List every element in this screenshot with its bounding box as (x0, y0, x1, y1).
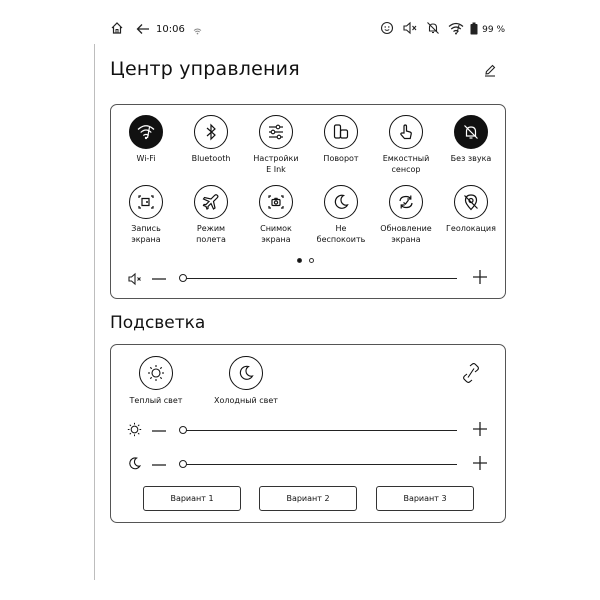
home-icon[interactable] (110, 20, 124, 39)
warm-light-toggle[interactable]: Теплый свет (126, 356, 186, 405)
sun-icon (127, 422, 142, 441)
tile-label: Емкостный сенсор (382, 154, 430, 174)
variant-1-button[interactable]: Вариант 1 (143, 486, 241, 511)
volume-increase-button[interactable] (472, 269, 488, 289)
speaker-mute-icon (402, 20, 418, 39)
tile-label: Без звука (450, 154, 492, 163)
tile-wifi[interactable]: Wi-Fi (113, 115, 179, 164)
warm-light-slider[interactable] (179, 423, 457, 437)
page-title: Центр управления (110, 58, 300, 80)
bell-off-icon (454, 115, 488, 149)
tile-label: Не беспокоить (316, 224, 366, 244)
volume-decrease-button[interactable] (151, 271, 167, 290)
tile-label: Обновление экрана (380, 224, 432, 244)
tile-label: Геолокация (446, 224, 496, 233)
wifi-icon (448, 20, 464, 39)
bell-off-icon (426, 20, 440, 39)
page-dot[interactable] (309, 258, 314, 263)
tile-label: Bluetooth (191, 154, 231, 163)
location-off-icon (454, 185, 488, 219)
tile-label: Поворот (323, 154, 359, 163)
tile-airplane[interactable]: Режим полета (178, 185, 244, 245)
battery-percent: 99 % (482, 24, 505, 35)
tile-label: Запись экрана (131, 224, 161, 244)
cold-decrease-button[interactable] (151, 457, 167, 476)
variant-3-button[interactable]: Вариант 3 (376, 486, 474, 511)
cold-light-slider[interactable] (179, 457, 457, 471)
rotate-icon (324, 115, 358, 149)
warm-increase-button[interactable] (472, 421, 488, 441)
left-divider (94, 44, 95, 580)
warm-decrease-button[interactable] (151, 423, 167, 442)
slider-handle[interactable] (179, 426, 187, 434)
tile-label: Настройки E Ink (253, 154, 299, 174)
touch-icon (389, 115, 423, 149)
tile-bluetooth[interactable]: Bluetooth (178, 115, 244, 164)
tile-bell-off[interactable]: Без звука (438, 115, 504, 164)
volume-slider[interactable] (179, 271, 457, 285)
pencil-icon[interactable] (483, 62, 497, 81)
moon-icon (127, 456, 142, 475)
tile-rotate[interactable]: Поворот (308, 115, 374, 164)
tile-screen-record[interactable]: Запись экрана (113, 185, 179, 245)
page-dot[interactable] (297, 258, 302, 263)
tile-location-off[interactable]: Геолокация (438, 185, 504, 234)
status-bar: 10:06 99 % (110, 20, 505, 40)
moon-icon (324, 185, 358, 219)
variant-2-button[interactable]: Вариант 2 (259, 486, 357, 511)
tile-screenshot[interactable]: Снимок экрана (243, 185, 309, 245)
wifi-small-icon (193, 20, 202, 39)
refresh-icon (389, 185, 423, 219)
back-arrow-icon[interactable] (136, 20, 150, 39)
quick-settings-panel: Wi-Fi Bluetooth Настройки E Ink Поворот Емко… (110, 104, 506, 299)
sun-icon (139, 356, 173, 390)
tile-touch[interactable]: Емкостный сенсор (373, 115, 439, 175)
moon-icon (229, 356, 263, 390)
status-time: 10:06 (156, 24, 185, 35)
slider-handle[interactable] (179, 460, 187, 468)
sliders-icon (259, 115, 293, 149)
cold-increase-button[interactable] (472, 455, 488, 475)
screen-record-icon (129, 185, 163, 219)
warm-light-label: Теплый свет (129, 396, 183, 405)
slider-handle[interactable] (179, 274, 187, 282)
cold-light-toggle[interactable]: Холодный свет (208, 356, 284, 405)
tile-sliders[interactable]: Настройки E Ink (243, 115, 309, 175)
backlight-panel: Теплый свет Холодный свет Вариант 1 Вари… (110, 344, 506, 523)
tile-label: Wi-Fi (136, 154, 156, 163)
screenshot-icon (259, 185, 293, 219)
link-icon[interactable] (462, 363, 480, 387)
cold-light-label: Холодный свет (214, 396, 278, 405)
bluetooth-icon (194, 115, 228, 149)
battery-icon (470, 20, 478, 39)
airplane-icon (194, 185, 228, 219)
tile-refresh[interactable]: Обновление экрана (373, 185, 439, 245)
sync-face-icon (380, 20, 394, 39)
section-title-backlight: Подсветка (110, 313, 206, 333)
wifi-icon (129, 115, 163, 149)
tile-label: Режим полета (196, 224, 226, 244)
tile-label: Снимок экрана (260, 224, 292, 244)
tile-moon[interactable]: Не беспокоить (308, 185, 374, 245)
speaker-mute-icon (127, 271, 143, 290)
page-indicator[interactable] (297, 258, 314, 263)
